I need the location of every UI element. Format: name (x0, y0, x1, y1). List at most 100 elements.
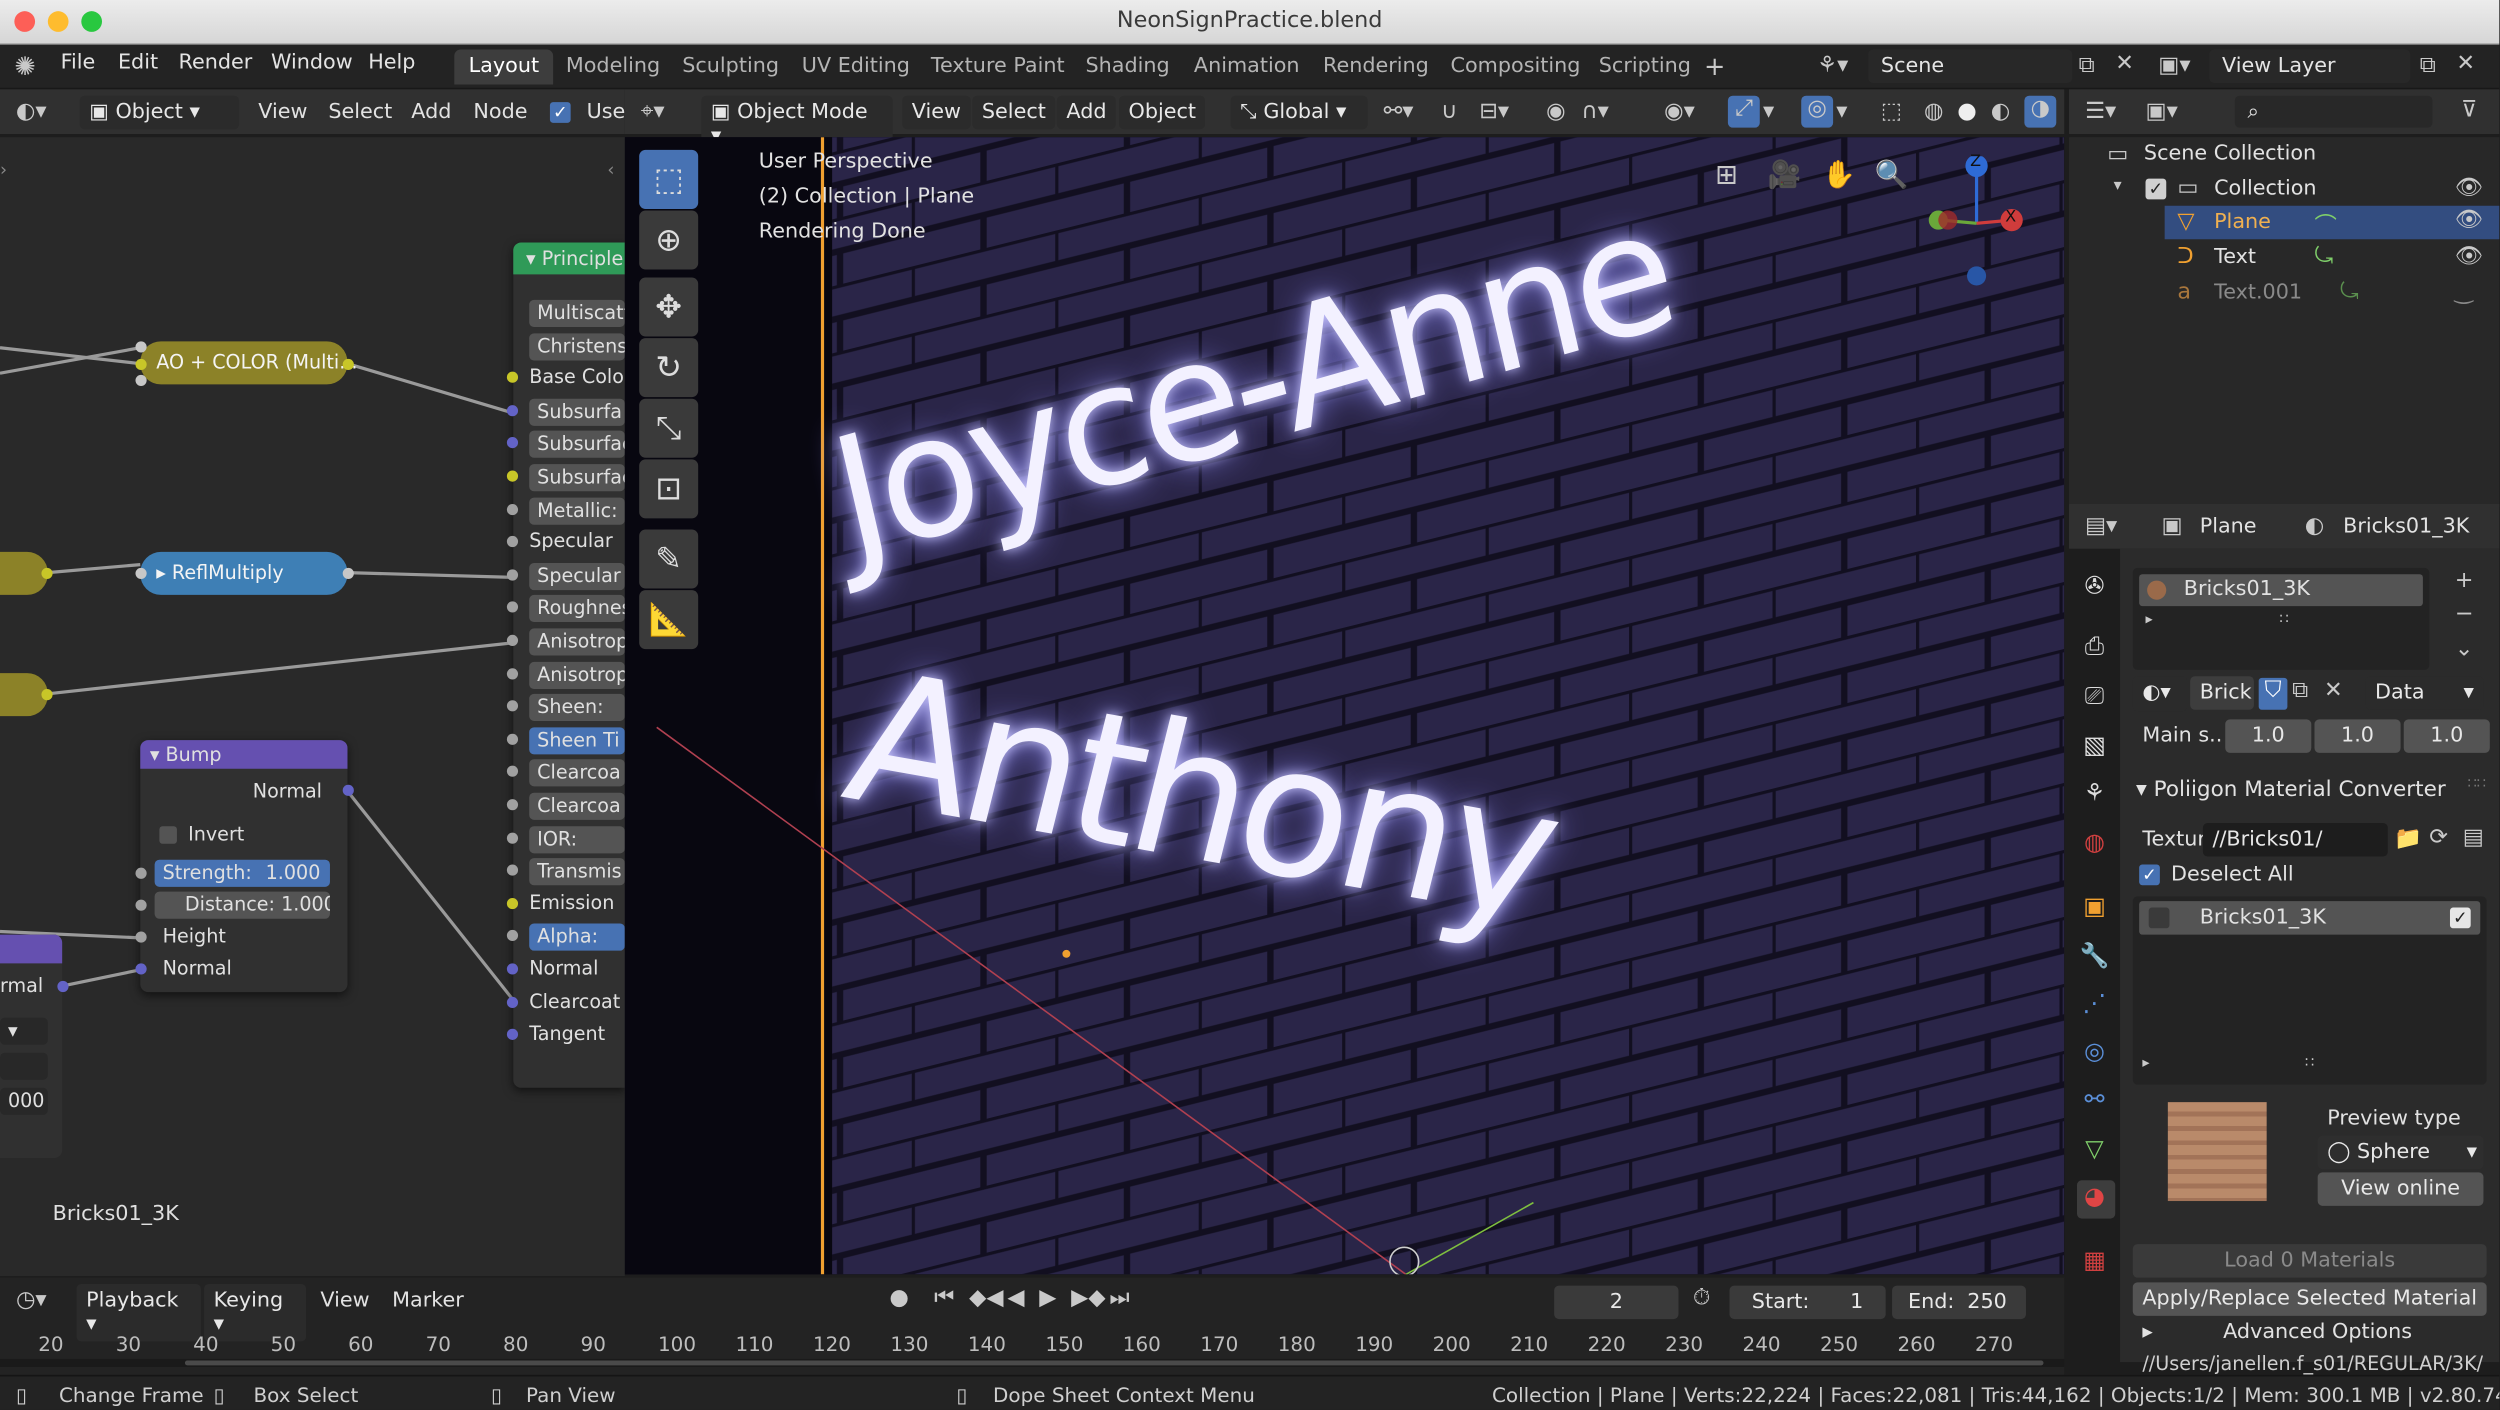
principled-socket[interactable] (506, 404, 519, 416)
modifiers-tab-icon[interactable]: 🔧 (2077, 941, 2112, 976)
socket[interactable] (342, 567, 354, 579)
node-menu-add[interactable]: Add (411, 100, 451, 124)
resize-handle-icon[interactable]: ∷ (2305, 1056, 2314, 1072)
visibility-eye-icon[interactable]: 👁 (2455, 175, 2483, 201)
node-principled-header[interactable]: ▾ Principle (513, 242, 625, 275)
output-tab-icon[interactable]: ⎚ (2077, 681, 2112, 716)
viewport-menu-add[interactable]: Add (1056, 95, 1117, 130)
principled-socket[interactable] (506, 1029, 519, 1041)
principled-input-9[interactable]: Roughnes (529, 595, 625, 623)
filter-icon[interactable]: ⊽ (2461, 97, 2477, 123)
tool-tab-icon[interactable]: ✇ (2077, 571, 2112, 606)
principled-socket[interactable] (506, 831, 519, 844)
principled-socket[interactable] (506, 733, 519, 745)
principled-input-8[interactable]: Specular (529, 562, 625, 590)
partial-dropdown[interactable]: ▾ (0, 1017, 48, 1045)
outliner-scene-collection[interactable]: Scene Collection (2144, 142, 2316, 166)
mesh-data-icon[interactable]: ⌒ (2314, 209, 2336, 241)
principled-input-1[interactable]: Christens (529, 332, 625, 360)
panel-drag-icon[interactable]: ∷∷ (2468, 777, 2486, 793)
wireframe-shading-icon[interactable]: ◍ (1924, 99, 1943, 125)
overlays-dropdown-icon[interactable]: ▾ (1836, 99, 1847, 125)
orientation-dropdown[interactable]: ⤡ Global ▾ (1230, 95, 1368, 130)
object-tab-icon[interactable]: ▣ (2077, 892, 2112, 927)
tab-modeling[interactable]: Modeling (552, 49, 675, 84)
delete-scene-icon[interactable]: ✕ (2115, 51, 2134, 77)
principled-input-10[interactable]: Anisotrop (529, 628, 625, 656)
resize-handle-icon[interactable]: ∷ (2279, 612, 2288, 628)
collection-checkbox[interactable]: ✓ (2145, 178, 2167, 200)
new-scene-icon[interactable]: ⧉ (2079, 53, 2095, 79)
copy-material-icon[interactable]: ⧉ (2292, 678, 2308, 704)
principled-socket[interactable] (506, 569, 519, 581)
timeline-scrollbar[interactable] (0, 1358, 2065, 1367)
socket[interactable] (135, 867, 147, 879)
curve-data-icon[interactable]: ⤿ (2314, 244, 2333, 270)
main-s-x[interactable]: 1.0 (2225, 719, 2312, 753)
view-layer-field[interactable]: View Layer (2209, 49, 2411, 83)
node-editor[interactable]: › ‹ AO + COLOR (Multi... ▸ ReflMultiply … (0, 137, 625, 1276)
outliner-type-icon[interactable]: ☰▾ (2085, 99, 2116, 125)
cursor-tool[interactable]: ⊕ (639, 210, 699, 270)
material-tab-icon[interactable]: ◕ (2077, 1182, 2112, 1217)
socket[interactable] (41, 567, 53, 579)
3d-viewport[interactable]: Joyce-Anne Anthony ⬚ ⊕ ✥ ↻ ⤡ ⊡ ✎ 📐 User … (624, 137, 2065, 1275)
scale-tool[interactable]: ⤡ (639, 398, 699, 458)
partial-field[interactable] (0, 1052, 48, 1080)
outliner-text-label[interactable]: Text (2214, 246, 2256, 270)
preview-type-dropdown[interactable]: ◯ Sphere ▾ (2317, 1135, 2484, 1170)
play-icon[interactable]: ▶ (1039, 1286, 1056, 1312)
material-shading-icon[interactable]: ◐ (1991, 99, 2010, 125)
apply-material-button[interactable]: Apply/Replace Selected Material (2132, 1282, 2487, 1316)
viewport-menu-view[interactable]: View (902, 95, 971, 130)
principled-input-11[interactable]: Anisotrop (529, 661, 625, 689)
socket[interactable] (135, 358, 147, 371)
viewport-menu-object[interactable]: Object (1118, 95, 1206, 130)
scene-name-field[interactable]: Scene (1868, 49, 2073, 83)
rotate-tool[interactable]: ↻ (639, 338, 699, 398)
render-tab-icon[interactable]: ⎙ (2077, 632, 2112, 667)
menu-file[interactable]: File (61, 51, 96, 75)
principled-input-22[interactable]: Tangent (529, 1023, 605, 1045)
outliner-search-field[interactable]: ⌕ (2234, 95, 2433, 128)
new-view-layer-icon[interactable]: ⧉ (2420, 53, 2436, 79)
annotate-tool[interactable]: ✎ (639, 529, 699, 589)
view-layer-icon[interactable]: ▣▾ (2158, 53, 2190, 79)
poliigon-panel-header[interactable]: ▾ Poliigon Material Converter (2136, 777, 2446, 803)
invert-checkbox[interactable] (159, 826, 177, 844)
link-data-dropdown[interactable]: Data ▾ (2365, 676, 2484, 710)
proportional-edit-icon[interactable]: ◉ (1546, 99, 1565, 125)
principled-input-20[interactable]: Normal (529, 957, 598, 979)
measure-tool[interactable]: 📐 (639, 590, 699, 650)
load-materials-button[interactable]: Load 0 Materials (2132, 1244, 2487, 1278)
tab-uv-editing[interactable]: UV Editing (787, 49, 924, 84)
material-name-field[interactable]: Brick (2190, 676, 2254, 710)
principled-input-3[interactable]: Subsurfa (529, 398, 625, 426)
principled-socket[interactable] (506, 996, 519, 1008)
tab-texture-paint[interactable]: Texture Paint (917, 49, 1079, 84)
row-enabled-checkbox[interactable]: ✓ (2449, 907, 2471, 929)
socket[interactable] (135, 899, 147, 911)
curve-data-icon[interactable]: ⤿ (2340, 279, 2359, 305)
collapse-right-icon[interactable]: ‹ (607, 160, 614, 181)
principled-input-2[interactable]: Base Colo (529, 366, 624, 388)
remove-slot-icon[interactable]: − (2455, 601, 2474, 627)
principled-socket[interactable] (506, 371, 519, 384)
world-tab-icon[interactable]: ◍ (2077, 828, 2112, 863)
node-ao-color[interactable]: AO + COLOR (Multi... (140, 341, 357, 385)
texture-tab-icon[interactable]: ▦ (2077, 1246, 2112, 1281)
zoom-icon[interactable]: 🔍 (1875, 160, 1909, 192)
visibility-eye-icon[interactable]: 👁 (2455, 207, 2483, 233)
pan-hand-icon[interactable]: ✋ (1822, 160, 1856, 192)
principled-socket[interactable] (506, 864, 519, 876)
principled-input-14[interactable]: Clearcoa (529, 759, 625, 787)
shader-type-dropdown[interactable]: ▣ Object ▾ (79, 95, 240, 130)
scrollbar-thumb[interactable] (184, 1360, 2044, 1366)
node-reflmultiply[interactable]: ▸ ReflMultiply (140, 551, 348, 595)
node-partial-3[interactable]: rmal ▾ 000 (0, 934, 63, 1158)
tab-compositing[interactable]: Compositing (1436, 49, 1595, 84)
import-list-row[interactable]: Bricks01_3K ✓ (2139, 901, 2481, 935)
falloff-icon[interactable]: ∩▾ (1581, 99, 1609, 125)
use-nodes-checkbox[interactable]: ✓ (549, 102, 571, 123)
node-menu-select[interactable]: Select (328, 100, 392, 124)
